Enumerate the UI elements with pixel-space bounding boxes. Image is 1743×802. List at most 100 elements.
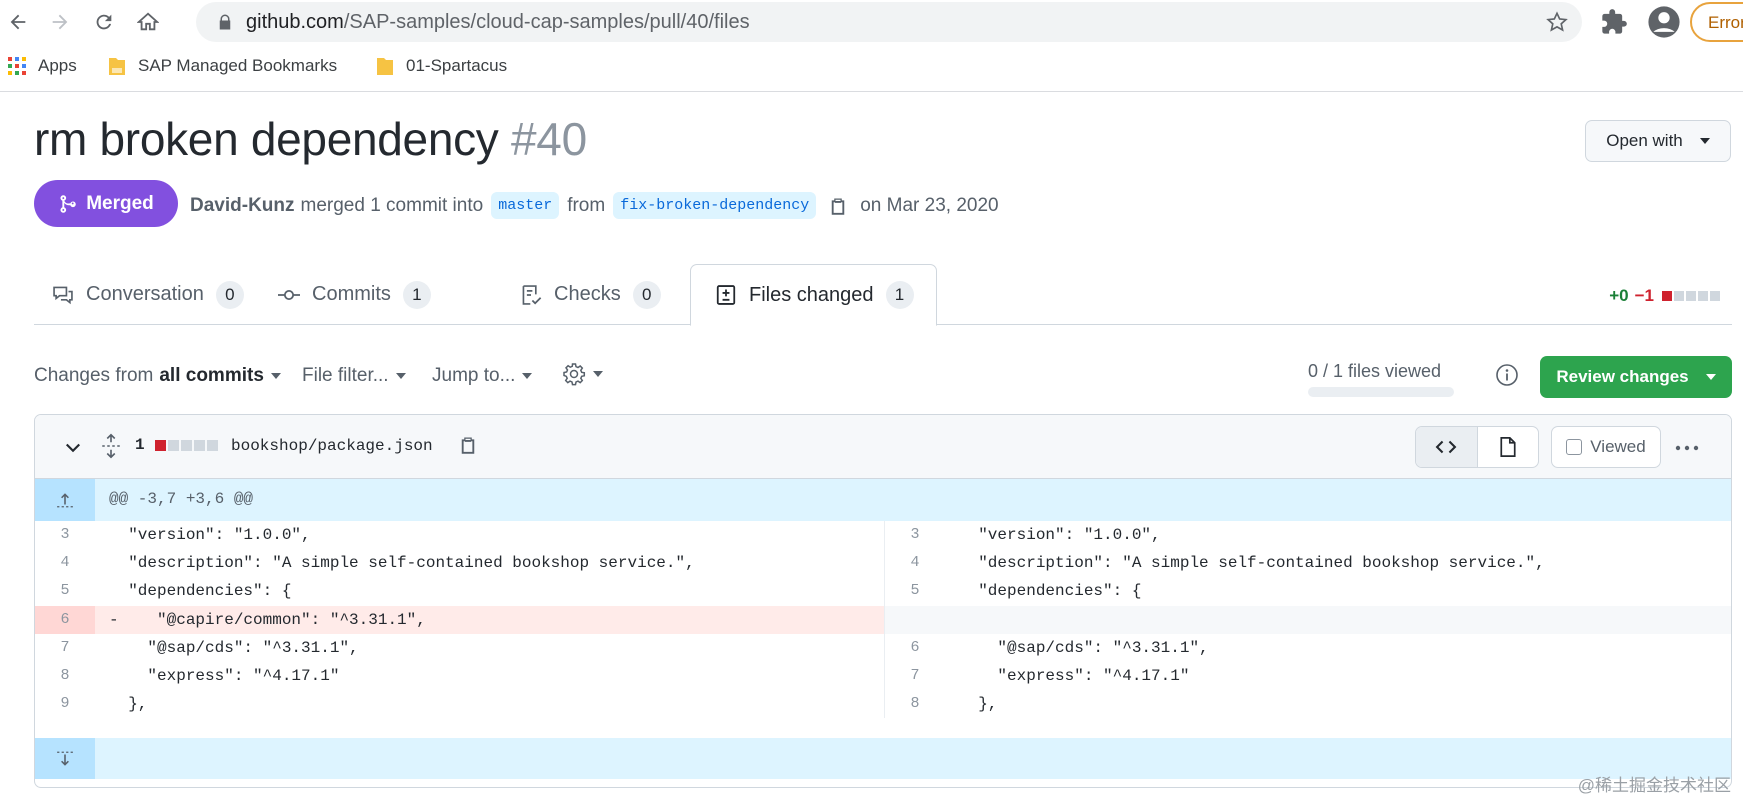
line-number[interactable]: 3 (885, 521, 945, 549)
diff-right-side: 5 "dependencies": { (884, 577, 1731, 606)
rich-diff-button[interactable] (1478, 427, 1539, 467)
diff-left-side: 6 - "@capire/common": "^3.31.1", (35, 605, 884, 634)
author-link[interactable]: David-Kunz (190, 195, 295, 217)
tab-counter: 1 (885, 281, 914, 309)
line-number[interactable]: 8 (35, 662, 95, 690)
browser-error-chip[interactable]: Error (1690, 2, 1743, 42)
hunk-header-text: @@ -3,7 +3,6 @@ (109, 490, 254, 508)
reload-icon (96, 14, 112, 30)
code-line: "@sap/cds": "^3.31.1", (109, 638, 359, 657)
view-mode-toggle (1415, 426, 1539, 468)
address-bar[interactable]: github.com/SAP-samples/cloud-cap-samples… (196, 2, 1582, 42)
copy-icon[interactable] (828, 196, 848, 216)
diffstat-block (180, 439, 192, 451)
line-number[interactable]: 4 (35, 549, 95, 577)
diffstat-block (1698, 291, 1708, 301)
status-label: Merged (86, 192, 154, 214)
pr-number: #40 (511, 113, 587, 165)
diff-left-side: 4 "description": "A simple self-containe… (35, 549, 884, 577)
line-number[interactable]: 5 (35, 577, 95, 605)
diffstat-block (206, 439, 218, 451)
diff-right-side: 6 "@sap/cds": "^3.31.1", (884, 633, 1731, 662)
merge-date: on Mar 23, 2020 (860, 194, 999, 216)
fold-down-icon (57, 751, 73, 766)
collapse-file-button[interactable] (63, 437, 83, 457)
expand-down-button[interactable] (35, 738, 95, 779)
diff-row: 8 "express": "^4.17.1" 7 "express": "^4.1… (35, 662, 1731, 691)
bookmark-apps[interactable]: Apps (8, 56, 77, 76)
line-number[interactable]: 6 (885, 634, 945, 662)
code-line: "@sap/cds": "^3.31.1", (959, 638, 1209, 657)
line-number[interactable]: 3 (35, 521, 95, 549)
line-number[interactable]: 6 (35, 605, 95, 634)
info-icon[interactable] (1495, 363, 1519, 387)
diff-left-side: 3 "version": "1.0.0", (35, 521, 884, 549)
viewed-checkbox-button[interactable]: Viewed (1551, 426, 1661, 468)
code-line: "dependencies": { (109, 582, 292, 601)
file-filter-dropdown[interactable]: File filter... (302, 365, 406, 387)
tab-counter: 1 (402, 280, 431, 309)
arrow-right-icon (52, 14, 68, 30)
unfold-icon (102, 433, 120, 459)
diff-left-side: 8 "express": "^4.17.1" (35, 662, 884, 690)
url-text: github.com/SAP-samples/cloud-cap-samples… (246, 11, 750, 33)
diffstat-deletions: −1 (1634, 286, 1654, 305)
file-change-count: 1 (135, 436, 145, 454)
line-number[interactable] (885, 606, 945, 634)
code-line: "description": "A simple self-contained … (109, 554, 695, 573)
code-line: "version": "1.0.0", (959, 526, 1161, 544)
diff-right-side: 4 "description": "A simple self-containe… (884, 549, 1731, 578)
tab-conversation[interactable]: Conversation 0 (52, 264, 244, 325)
line-number[interactable]: 4 (885, 549, 945, 577)
line-number[interactable]: 7 (885, 662, 945, 690)
tab-files-changed[interactable]: Files changed 1 (690, 264, 937, 326)
line-number[interactable]: 9 (35, 690, 95, 718)
code-line: "dependencies": { (959, 582, 1142, 601)
source-diff-button[interactable] (1416, 427, 1478, 467)
code-line: "express": "^4.17.1" (109, 667, 340, 685)
reload-button[interactable] (86, 4, 122, 40)
files-viewed-count: 0 / 1 files viewed (1308, 361, 1442, 381)
code-line: "express": "^4.17.1" (959, 667, 1190, 685)
comment-discussion-icon (53, 286, 73, 304)
line-number[interactable]: 8 (885, 690, 945, 718)
diffstat-block (193, 439, 205, 451)
tab-checks[interactable]: Checks 0 (520, 264, 661, 325)
back-button[interactable] (0, 4, 36, 40)
changes-from-dropdown[interactable]: Changes from all commits (34, 365, 281, 387)
line-number[interactable]: 5 (885, 577, 945, 605)
code-line: }, (959, 695, 998, 714)
bookmark-sap-managed[interactable]: SAP Managed Bookmarks (108, 56, 337, 76)
diffstat-block (1662, 291, 1672, 301)
head-branch[interactable]: fix-broken-dependency (613, 192, 817, 219)
file-filter-label: File filter... (302, 365, 389, 386)
file-options-button[interactable] (1675, 445, 1699, 451)
expand-all-button[interactable] (101, 433, 121, 459)
code-line: - "@capire/common": "^3.31.1", (109, 610, 426, 629)
profile-avatar-icon[interactable] (1647, 5, 1681, 39)
viewed-checkbox[interactable] (1566, 439, 1583, 455)
bookmark-star-icon[interactable] (1546, 11, 1568, 33)
open-with-button[interactable]: Open with (1585, 120, 1731, 162)
tab-commits[interactable]: Commits 1 (278, 264, 431, 325)
checklist-icon (522, 284, 542, 305)
tab-label: Commits (312, 283, 391, 305)
home-button[interactable] (130, 4, 166, 40)
diff-settings-dropdown[interactable] (562, 362, 603, 386)
chevron-down-icon (65, 443, 81, 453)
jump-to-dropdown[interactable]: Jump to... (432, 365, 533, 387)
extensions-puzzle-icon[interactable] (1600, 8, 1628, 36)
bookmark-spartacus[interactable]: 01-Spartacus (376, 56, 507, 76)
line-number[interactable]: 7 (35, 634, 95, 662)
watermark: @稀土掘金技术社区 (1577, 776, 1731, 795)
base-branch[interactable]: master (491, 192, 560, 219)
review-changes-button[interactable]: Review changes (1540, 356, 1732, 398)
file-path-link[interactable]: bookshop/package.json (231, 437, 433, 455)
jump-to-label: Jump to... (432, 365, 516, 386)
chevron-down-icon (593, 371, 603, 377)
forward-button[interactable] (42, 4, 78, 40)
copy-path-button[interactable] (458, 434, 478, 456)
diff-right-side: 8 }, (884, 690, 1731, 719)
lock-icon (219, 14, 231, 30)
expand-up-button[interactable] (35, 479, 95, 521)
